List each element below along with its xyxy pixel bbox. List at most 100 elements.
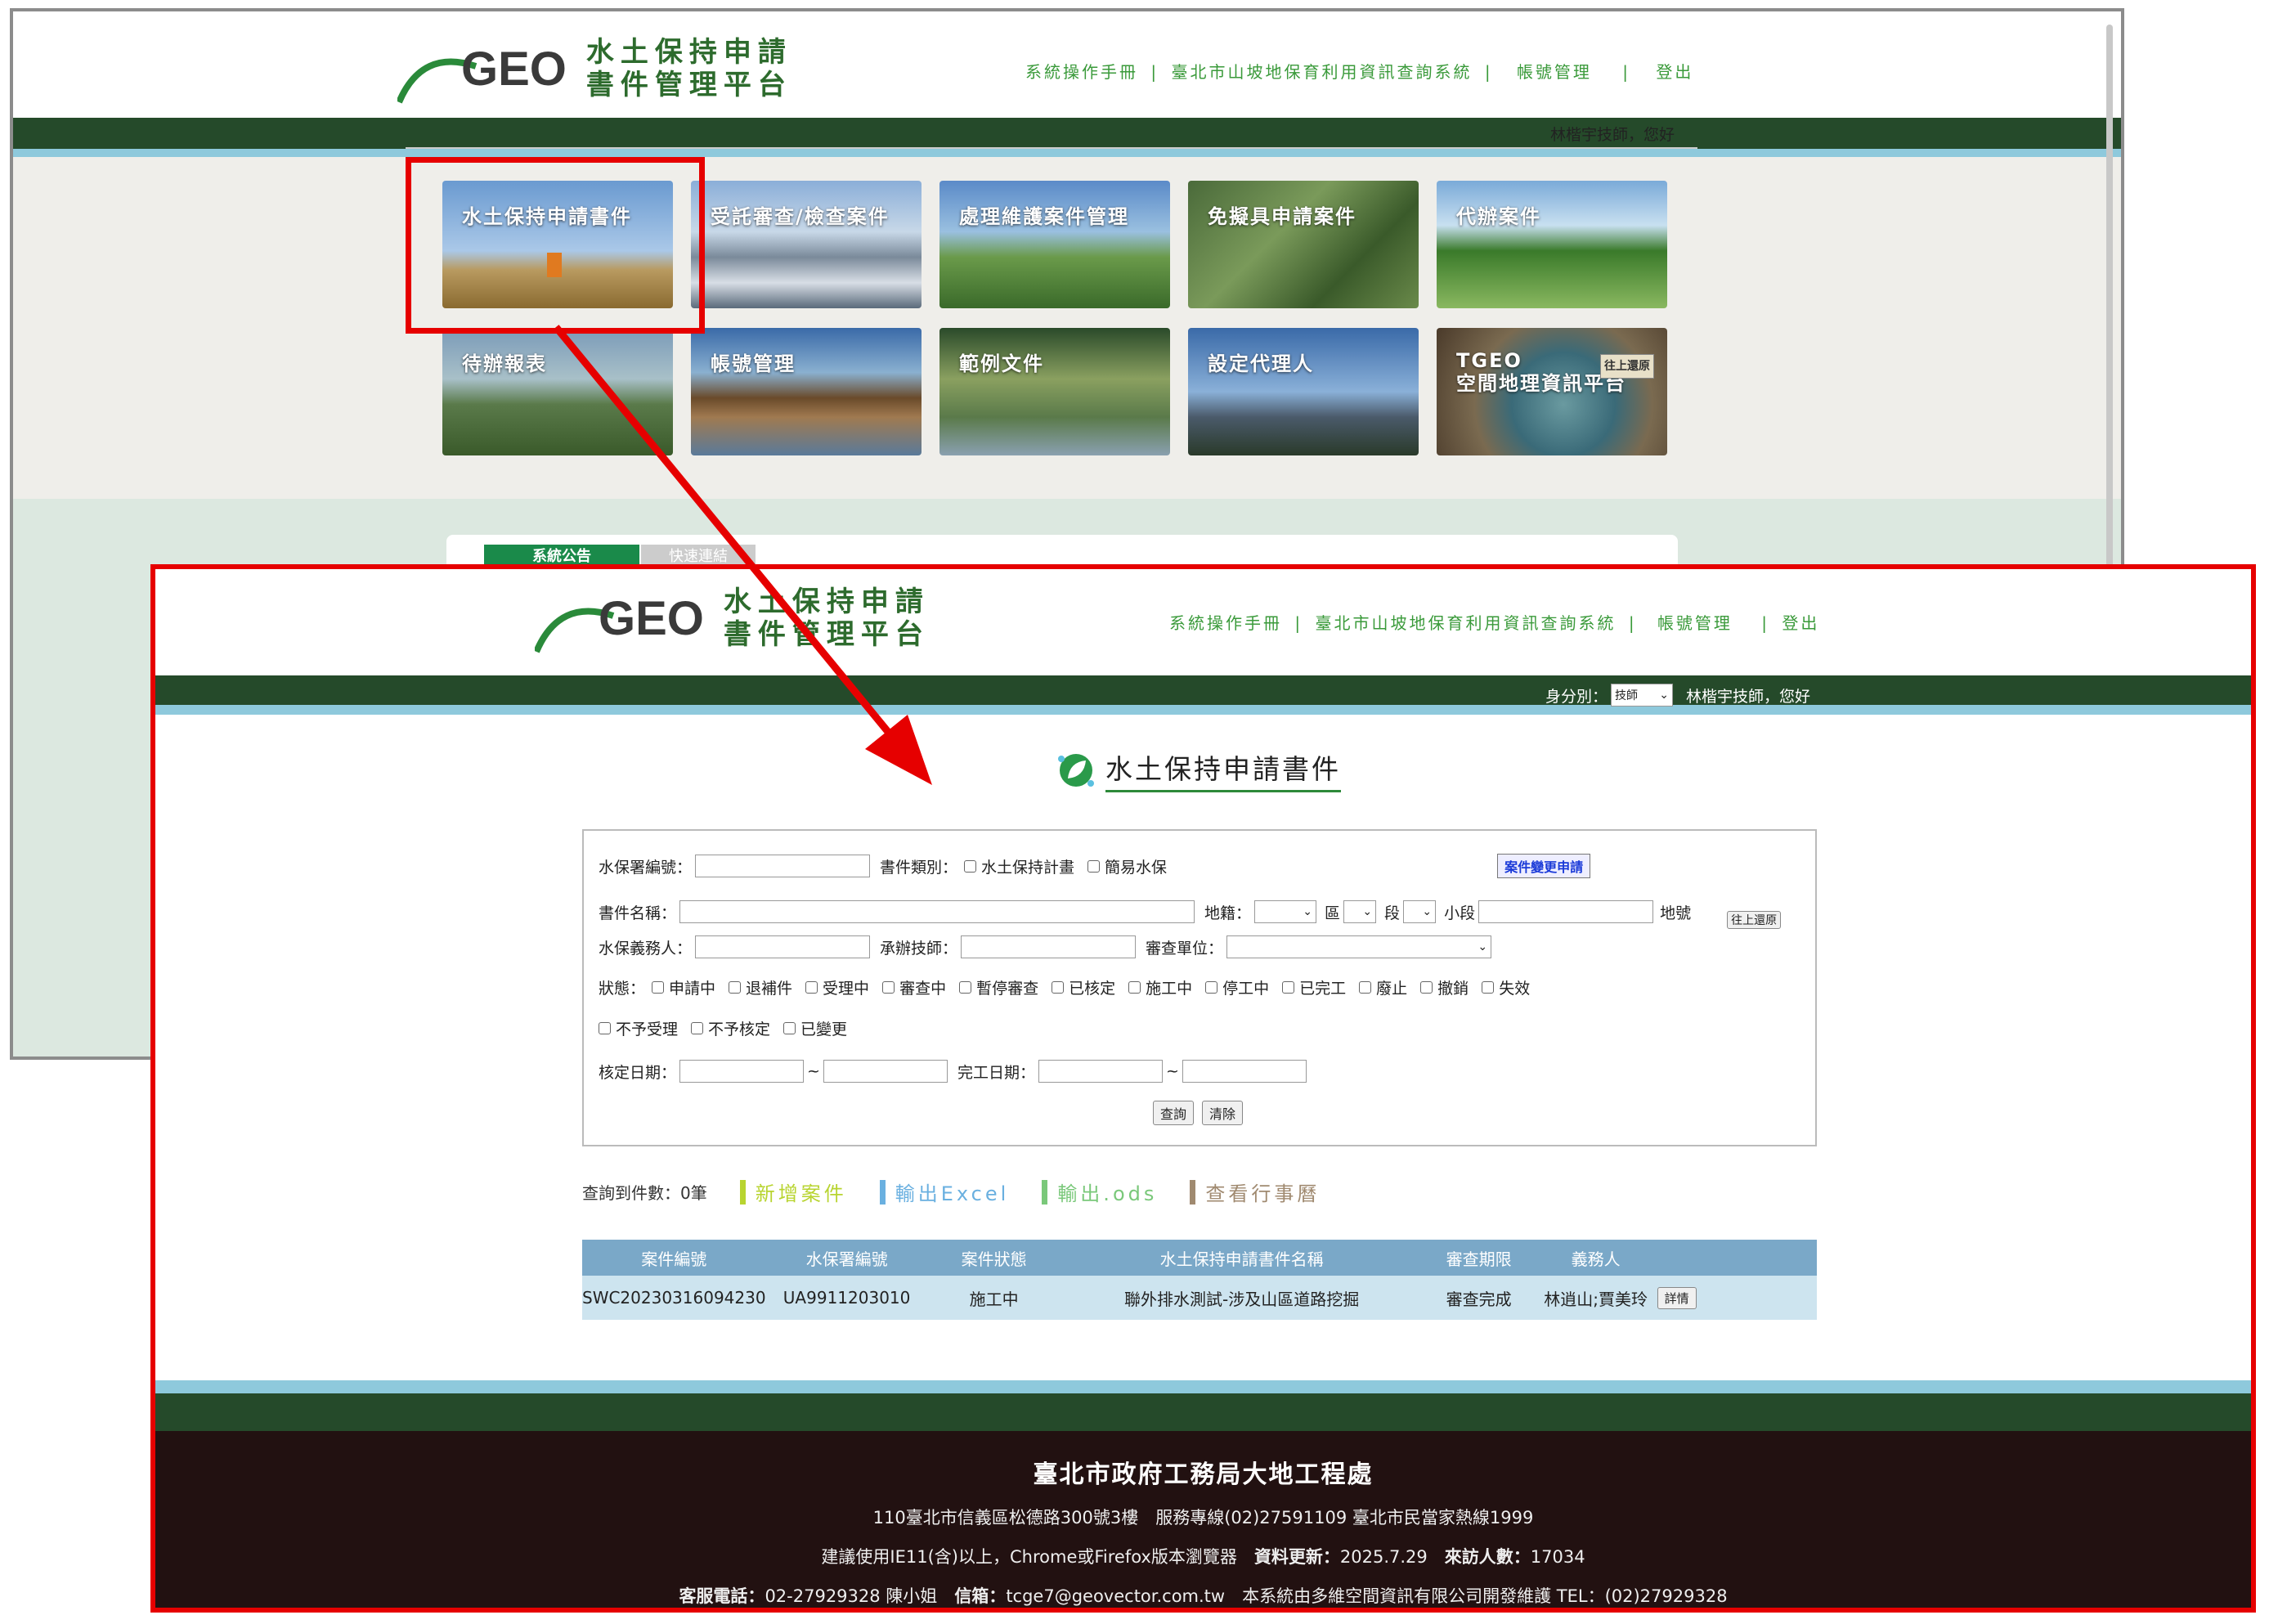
tile-exempt-cases[interactable]: 免擬具申請案件	[1188, 181, 1419, 308]
finish-date-to[interactable]	[1182, 1060, 1307, 1083]
header: GEO 水土保持申請 書件管理平台 系統操作手冊 | 臺北市山坡地保育利用資訊查…	[13, 11, 2121, 118]
export-ods-button[interactable]: 輸出.ods	[1042, 1178, 1157, 1206]
status-accepting[interactable]: 受理中	[805, 976, 869, 998]
land-select[interactable]: ⌄	[1254, 900, 1317, 923]
approve-date-to[interactable]	[823, 1060, 948, 1083]
tile-tgeo-platform[interactable]: TGEO 空間地理資訊平台 往上還原	[1437, 328, 1667, 455]
status-approved[interactable]: 已核定	[1052, 976, 1115, 998]
highlight-box	[406, 157, 705, 334]
logo-geo: GEO	[397, 42, 567, 104]
finish-date-from[interactable]	[1038, 1060, 1163, 1083]
engineer-input[interactable]	[961, 935, 1137, 958]
tile-set-proxy[interactable]: 設定代理人	[1188, 328, 1419, 455]
col-deadline: 審查期限	[1423, 1240, 1535, 1276]
label-obligor: 水保義務人：	[599, 939, 693, 958]
table-row: SWC20230316094230 UA9911203010 施工中 聯外排水測…	[582, 1276, 1817, 1320]
footer-title: 臺北市政府工務局大地工程處	[1033, 1460, 1374, 1489]
col-action	[1657, 1240, 1817, 1276]
section-select[interactable]: ⌄	[1403, 900, 1437, 923]
district-select[interactable]: ⌄	[1343, 900, 1377, 923]
logo[interactable]: GEO 水土保持申請 書件管理平台	[535, 585, 930, 653]
tile-sample-docs[interactable]: 範例文件	[939, 328, 1170, 455]
logo-line1: 水土保持申請	[723, 585, 930, 618]
link-manual[interactable]: 系統操作手冊	[1169, 613, 1282, 633]
footer-browser-info: 建議使用IE11(含)以上，Chrome或Firefox版本瀏覽器 資料更新：2…	[821, 1547, 1585, 1567]
tile-label: 代辦案件	[1456, 205, 1541, 228]
link-account[interactable]: 帳號管理	[1657, 613, 1733, 633]
link-manual[interactable]: 系統操作手冊	[1025, 62, 1138, 82]
search-button[interactable]: 查詢	[1153, 1101, 1195, 1125]
calendar-button[interactable]: 查看行事曆	[1190, 1178, 1320, 1206]
logo-line1: 水土保持申請	[585, 36, 792, 69]
cell-status: 施工中	[927, 1276, 1061, 1320]
logo-text: 水土保持申請 書件管理平台	[724, 585, 930, 651]
tile-maintenance-cases[interactable]: 處理維護案件管理	[939, 181, 1170, 308]
status-not-accepted[interactable]: 不予受理	[599, 1017, 678, 1039]
nav-bar	[155, 675, 2251, 705]
label-landno: 地號	[1660, 904, 1692, 922]
separator: |	[1761, 613, 1770, 633]
detail-button[interactable]: 詳情	[1657, 1286, 1697, 1309]
status-revoked[interactable]: 撤銷	[1420, 976, 1469, 998]
restore-badge[interactable]: 往上還原	[1600, 354, 1654, 379]
checkbox-swc-plan[interactable]: 水土保持計畫	[964, 855, 1074, 877]
status-completed[interactable]: 已完工	[1282, 976, 1346, 998]
tile-label: 處理維護案件管理	[959, 205, 1129, 228]
logo[interactable]: GEO 水土保持申請 書件管理平台	[397, 36, 792, 104]
status-not-approved[interactable]: 不予核定	[691, 1017, 770, 1039]
status-invalid[interactable]: 失效	[1482, 976, 1530, 998]
tile-label: 免擬具申請案件	[1208, 205, 1356, 228]
cell-doc-name: 聯外排水測試-涉及山區道路挖掘	[1060, 1276, 1424, 1320]
label-review-unit: 審查單位：	[1146, 939, 1224, 958]
link-slope-system[interactable]: 臺北市山坡地保育利用資訊查詢系統	[1315, 613, 1616, 633]
role-value: 技師	[1615, 689, 1639, 702]
tile-todo-report[interactable]: 待辦報表	[442, 328, 673, 455]
col-swc-no: 水保署編號	[765, 1240, 928, 1276]
link-logout[interactable]: 登出	[1782, 613, 1819, 633]
label-finish-date: 完工日期：	[957, 1063, 1035, 1082]
status-stopped[interactable]: 停工中	[1205, 976, 1269, 998]
checkbox-label: 簡易水保	[1105, 858, 1168, 877]
tile-account-manage[interactable]: 帳號管理	[691, 328, 922, 455]
col-doc-name: 水土保持申請書件名稱	[1060, 1240, 1424, 1276]
label-district: 區	[1325, 904, 1341, 922]
swc-no-input[interactable]	[695, 855, 871, 877]
change-request-button[interactable]: 案件變更申請	[1497, 854, 1591, 878]
role-select[interactable]: 技師 ⌄	[1611, 684, 1674, 707]
export-excel-button[interactable]: 輸出Excel	[879, 1178, 1010, 1206]
obligor-input[interactable]	[695, 935, 871, 958]
results-table: 案件編號 水保署編號 案件狀態 水土保持申請書件名稱 審查期限 義務人 SWC2…	[582, 1240, 1817, 1320]
announce-panel: 系統公告 快速連結	[446, 535, 1678, 569]
tile-review-cases[interactable]: 受託審查/檢查案件	[691, 181, 922, 308]
link-logout[interactable]: 登出	[1656, 62, 1693, 82]
label-doc-type: 書件類別：	[880, 858, 958, 877]
footer-green-bar	[155, 1393, 2251, 1431]
label-engineer: 承辦技師：	[880, 939, 958, 958]
status-reviewing[interactable]: 審查中	[882, 976, 946, 998]
status-paused[interactable]: 暫停審查	[959, 976, 1038, 998]
label-section: 段	[1384, 904, 1401, 922]
label-land: 地籍：	[1204, 904, 1252, 922]
link-slope-system[interactable]: 臺北市山坡地保育利用資訊查詢系統	[1171, 62, 1472, 82]
checkbox-simple-swc[interactable]: 簡易水保	[1087, 855, 1167, 877]
clear-button[interactable]: 清除	[1202, 1101, 1244, 1125]
review-unit-select[interactable]: ⌄	[1226, 935, 1492, 958]
link-account[interactable]: 帳號管理	[1517, 62, 1592, 82]
accent-bar	[13, 149, 2121, 157]
status-constructing[interactable]: 施工中	[1128, 976, 1192, 998]
search-form: 水保署編號： 書件類別： 水土保持計畫 簡易水保 案件變更申請 書件名稱： 地籍…	[582, 829, 1817, 1146]
status-returned[interactable]: 退補件	[729, 976, 792, 998]
status-abolished[interactable]: 廢止	[1359, 976, 1407, 998]
status-changed[interactable]: 已變更	[783, 1017, 847, 1039]
approve-date-from[interactable]	[679, 1060, 805, 1083]
tile-label: 受託審查/檢查案件	[711, 205, 890, 228]
doc-name-input[interactable]	[679, 900, 1195, 923]
role-label: 身分別：	[1545, 687, 1608, 706]
restore-button[interactable]: 往上還原	[1727, 911, 1782, 929]
subsection-input[interactable]	[1478, 900, 1654, 923]
status-applying[interactable]: 申請中	[652, 976, 715, 998]
tilde: ~	[1165, 1062, 1179, 1080]
new-case-button[interactable]: 新增案件	[739, 1178, 847, 1206]
tile-agent-cases[interactable]: 代辦案件	[1437, 181, 1667, 308]
top-links: 系統操作手冊 | 臺北市山坡地保育利用資訊查詢系統 | 帳號管理 | 登出	[1169, 610, 1824, 634]
